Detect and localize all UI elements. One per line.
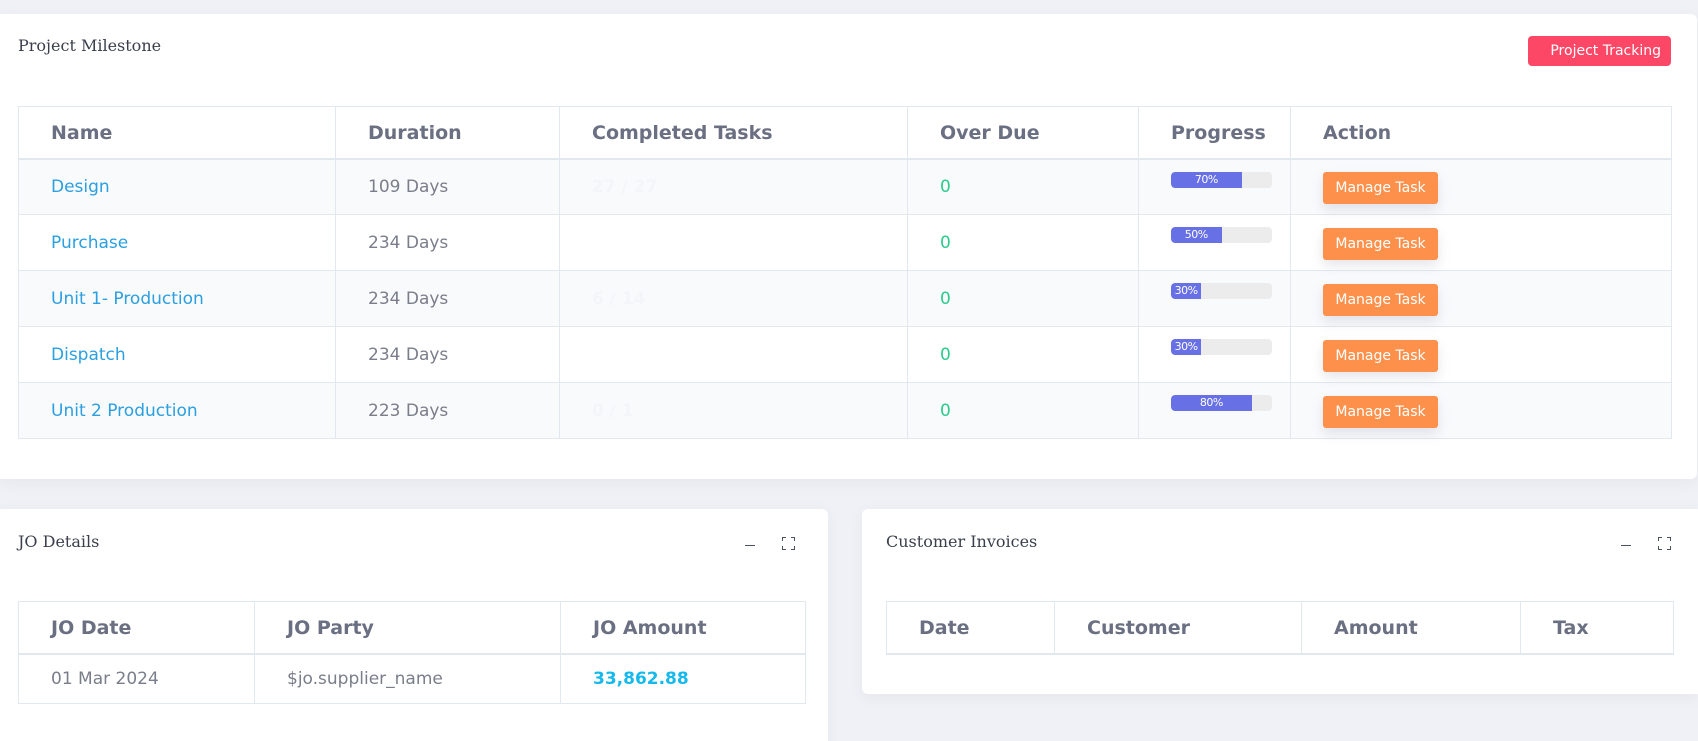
card-title: Customer Invoices	[886, 532, 1038, 551]
milestone-name-link[interactable]: Design	[51, 177, 110, 197]
milestone-name-link[interactable]: Unit 1- Production	[51, 289, 204, 309]
progress-bar: 50%	[1171, 227, 1272, 243]
card-tools	[1618, 535, 1672, 551]
column-header[interactable]: Date	[886, 601, 1055, 654]
completed-tasks-cell: 6 / 14	[559, 270, 908, 327]
column-header[interactable]: Duration	[335, 106, 560, 159]
milestone-name-link[interactable]: Purchase	[51, 233, 128, 253]
table-row: Design 109 Days 27 / 27 0 70% Manage Tas…	[18, 158, 1672, 215]
overdue-cell: 0	[907, 158, 1139, 215]
invoices-table: Date Customer Amount Tax	[886, 601, 1674, 655]
completed-tasks-cell: 27 / 27	[559, 158, 908, 215]
column-header[interactable]: Name	[18, 106, 336, 159]
milestone-table: Name Duration Completed Tasks Over Due P…	[18, 106, 1672, 439]
duration-cell: 234 Days	[335, 270, 560, 327]
overdue-cell: 0	[907, 382, 1139, 439]
column-header[interactable]: Completed Tasks	[559, 106, 908, 159]
table-header-row: Date Customer Amount Tax	[886, 601, 1674, 654]
progress-bar: 80%	[1171, 395, 1272, 411]
overdue-cell: 0	[907, 214, 1139, 271]
manage-task-button[interactable]: Manage Task	[1323, 396, 1438, 428]
card-title: Project Milestone	[18, 36, 162, 55]
manage-task-button[interactable]: Manage Task	[1323, 284, 1438, 316]
milestone-name-link[interactable]: Dispatch	[51, 345, 126, 365]
progress-fill: 30%	[1171, 283, 1202, 299]
completed-tasks-cell: 0 / 1	[559, 382, 908, 439]
column-header[interactable]: Customer	[1054, 601, 1302, 654]
column-header[interactable]: Amount	[1301, 601, 1521, 654]
duration-cell: 234 Days	[335, 326, 560, 383]
column-header[interactable]: JO Amount	[560, 601, 806, 654]
expand-icon[interactable]	[1656, 535, 1672, 551]
table-header-row: JO Date JO Party JO Amount	[18, 601, 806, 654]
manage-task-button[interactable]: Manage Task	[1323, 172, 1438, 205]
progress-fill: 30%	[1171, 339, 1202, 355]
minus-icon[interactable]	[1618, 535, 1634, 551]
table-row: 01 Mar 2024 $jo.supplier_name 33,862.88	[18, 653, 806, 704]
column-header[interactable]: Over Due	[907, 106, 1139, 159]
manage-task-button[interactable]: Manage Task	[1323, 228, 1438, 260]
overdue-cell: 0	[907, 326, 1139, 383]
column-header[interactable]: Progress	[1138, 106, 1291, 159]
minus-icon[interactable]	[742, 535, 758, 551]
progress-fill: 80%	[1171, 395, 1252, 411]
duration-cell: 109 Days	[335, 158, 560, 215]
card-title: JO Details	[18, 532, 100, 551]
jo-amount-cell: 33,862.88	[560, 653, 806, 704]
jo-table: JO Date JO Party JO Amount 01 Mar 2024 $…	[18, 601, 806, 704]
column-header[interactable]: JO Date	[18, 601, 255, 654]
progress-bar: 30%	[1171, 339, 1272, 355]
table-row: Unit 1- Production 234 Days 6 / 14 0 30%…	[18, 270, 1672, 327]
customer-invoices-card: Customer Invoices Date Customer Amount T…	[862, 509, 1698, 694]
completed-tasks-cell	[559, 326, 908, 383]
completed-tasks-cell	[559, 214, 908, 271]
jo-details-card: JO Details JO Date JO Party JO Amount 01…	[0, 509, 828, 741]
jo-party-cell: $jo.supplier_name	[254, 653, 561, 704]
project-milestone-card: Project Milestone Project Tracking Name …	[0, 14, 1697, 479]
column-header[interactable]: Tax	[1520, 601, 1674, 654]
progress-bar: 70%	[1171, 171, 1272, 188]
milestone-name-link[interactable]: Unit 2 Production	[51, 401, 198, 421]
jo-date-cell: 01 Mar 2024	[18, 653, 255, 704]
duration-cell: 223 Days	[335, 382, 560, 439]
table-header-row: Name Duration Completed Tasks Over Due P…	[18, 106, 1672, 159]
column-header[interactable]: JO Party	[254, 601, 561, 654]
expand-icon[interactable]	[780, 535, 796, 551]
progress-fill: 50%	[1171, 227, 1222, 243]
card-tools	[742, 535, 796, 551]
table-row: Purchase 234 Days 0 50% Manage Task	[18, 214, 1672, 271]
table-row: Dispatch 234 Days 0 30% Manage Task	[18, 326, 1672, 383]
progress-bar: 30%	[1171, 283, 1272, 299]
progress-fill: 70%	[1171, 171, 1242, 188]
overdue-cell: 0	[907, 270, 1139, 327]
project-tracking-button[interactable]: Project Tracking	[1528, 36, 1671, 66]
column-header[interactable]: Action	[1290, 106, 1672, 159]
table-row: Unit 2 Production 223 Days 0 / 1 0 80% M…	[18, 382, 1672, 439]
duration-cell: 234 Days	[335, 214, 560, 271]
manage-task-button[interactable]: Manage Task	[1323, 340, 1438, 372]
